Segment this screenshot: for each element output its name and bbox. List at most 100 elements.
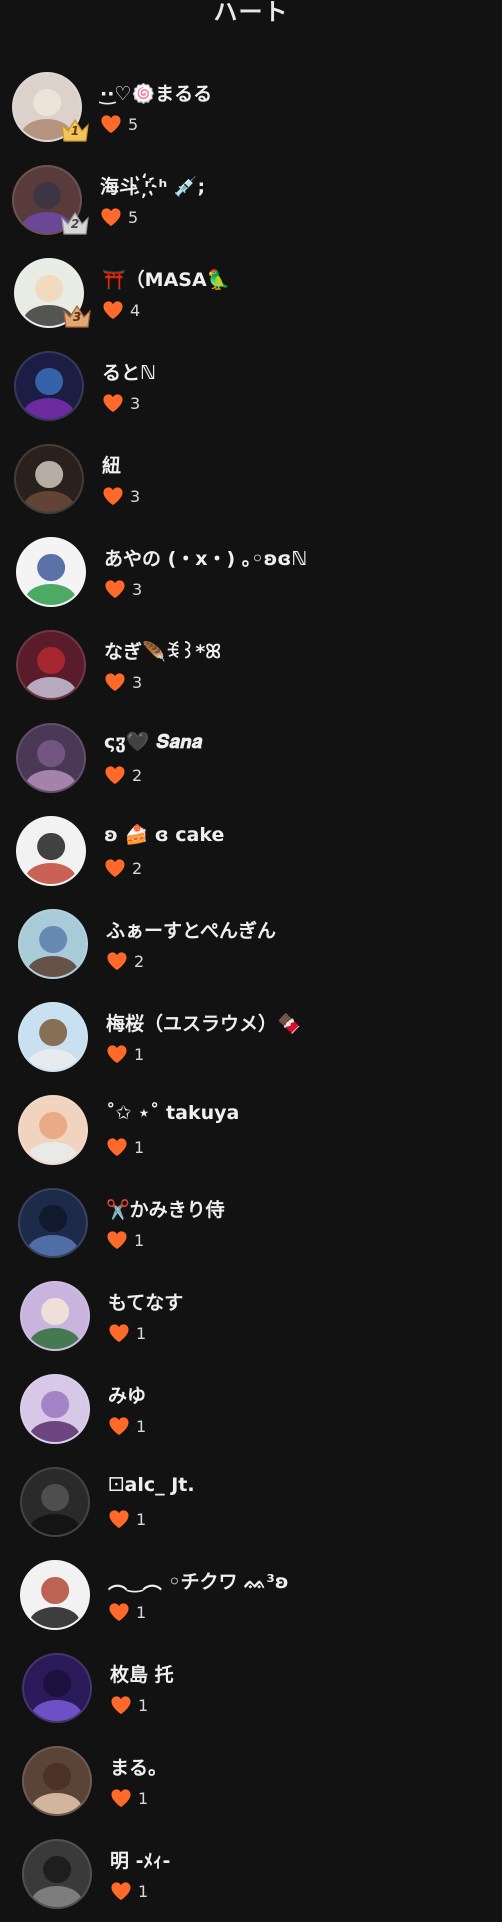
avatar-body [25,862,77,884]
user-name[interactable]: るとℕ [102,358,156,385]
rank-number: 2 [70,217,80,231]
avatar-face [39,1111,67,1140]
avatar-body [29,1513,81,1535]
avatar-body [23,490,75,512]
avatar-body [27,955,79,977]
user-name[interactable]: 枚島 托 [110,1660,174,1687]
heart-count: 4 [102,299,140,321]
heart-count: 3 [104,578,142,600]
avatar-body [31,1885,83,1907]
heart-count-value: 5 [128,207,139,227]
avatar-face [33,88,61,117]
user-name[interactable]: 紐 [102,451,121,478]
user-name[interactable]: ⛩️（MASA🦜 [102,265,230,292]
user-name[interactable]: ʚ 🍰 ɞ cake [104,823,224,846]
avatar-body [25,583,77,605]
avatar-body [31,1792,83,1814]
list-item[interactable]: るとℕ 3 [0,344,502,434]
heart-count: 1 [108,1415,146,1437]
user-name[interactable]: ⚀alc_ Jt. [108,1474,195,1496]
user-name[interactable]: もてなす [108,1288,183,1315]
avatar-body [31,1699,83,1721]
heart-count-value: 2 [132,858,143,878]
list-item[interactable]: 2 海斗 ʳ҉ʰ 💉; 5 [0,158,502,248]
list-item[interactable]: みゆ 1 [0,1367,502,1457]
heart-count: 1 [108,1601,146,1623]
avatar-body [25,676,77,698]
user-name[interactable]: ふぁーすとぺんぎん [106,916,276,943]
avatar-face [39,1204,67,1233]
heart-count-value: 1 [136,1602,147,1622]
list-item[interactable]: もてなす 1 [0,1274,502,1364]
list-item[interactable]: 紐3 [0,437,502,527]
heart-count: 2 [106,950,144,972]
avatar-face [41,1390,69,1419]
heart-count: 1 [106,1229,144,1251]
user-name[interactable]: ·͜·♡🍥まるる [100,79,212,106]
user-name[interactable]: ςჳ🖤 𝑺𝒂𝒏𝒂 [104,730,202,753]
avatar-face [43,1669,71,1698]
avatar[interactable] [22,1746,92,1816]
user-name[interactable]: 梅桜（ユスラウメ）🍫 [106,1009,301,1036]
heart-count-value: 3 [130,486,141,506]
user-name[interactable]: 明 -ﾒｨ- [110,1846,170,1873]
avatar[interactable] [16,630,86,700]
heart-icon [105,673,125,692]
avatar[interactable] [18,1188,88,1258]
list-item[interactable]: 3 ⛩️（MASA🦜 4 [0,251,502,341]
list-item[interactable]: なぎ🪶ꉂ꒱*ꕤ 3 [0,623,502,713]
heart-count: 2 [104,764,142,786]
heart-count-value: 1 [138,1788,149,1808]
avatar[interactable] [18,909,88,979]
avatar[interactable] [22,1839,92,1909]
list-item[interactable]: まる。 1 [0,1739,502,1829]
list-item[interactable]: ςჳ🖤 𝑺𝒂𝒏𝒂 2 [0,716,502,806]
user-name[interactable]: ✂️かみきり侍 [106,1195,225,1222]
user-name[interactable]: 海斗 ʳ҉ʰ 💉; [100,172,205,199]
heart-count-value: 1 [138,1881,149,1901]
list-item[interactable]: ✂️かみきり侍 1 [0,1181,502,1271]
avatar[interactable] [14,351,84,421]
user-name[interactable]: ︵‿︵ ◦チクワ ᨐ³ʚ [108,1567,289,1594]
avatar[interactable] [18,1095,88,1165]
avatar[interactable] [20,1281,90,1351]
heart-count-value: 2 [132,765,143,785]
avatar[interactable] [14,444,84,514]
user-name[interactable]: なぎ🪶ꉂ꒱*ꕤ [104,637,221,664]
list-item[interactable]: ︵‿︵ ◦チクワ ᨐ³ʚ 1 [0,1553,502,1643]
avatar-body [27,1234,79,1256]
list-item[interactable]: 明 -ﾒｨ- 1 [0,1832,502,1922]
avatar[interactable] [20,1467,90,1537]
avatar[interactable] [16,816,86,886]
list-item[interactable]: ˚✩ ⋆˚ takuya 1 [0,1088,502,1178]
list-item[interactable]: 1 ·͜·♡🍥まるる 5 [0,65,502,155]
list-item[interactable]: 枚島 托 1 [0,1646,502,1736]
avatar[interactable] [22,1653,92,1723]
heart-count: 2 [104,857,142,879]
user-name[interactable]: あやの (・x・) ｡◦ʚɞℕ [104,544,307,571]
avatar[interactable] [16,537,86,607]
heart-icon [103,394,123,413]
user-name[interactable]: まる。 [110,1753,167,1780]
heart-count: 5 [100,206,138,228]
heart-icon [109,1510,129,1529]
list-item[interactable]: ⚀alc_ Jt. 1 [0,1460,502,1550]
rank-number: 3 [72,310,82,324]
rank-crown-icon: 3 [62,303,92,329]
avatar[interactable] [16,723,86,793]
heart-icon [107,1045,127,1064]
list-item[interactable]: あやの (・x・) ｡◦ʚɞℕ 3 [0,530,502,620]
heart-icon [103,301,123,320]
user-name[interactable]: ˚✩ ⋆˚ takuya [106,1102,239,1124]
avatar[interactable] [18,1002,88,1072]
list-item[interactable]: ʚ 🍰 ɞ cake 2 [0,809,502,899]
avatar[interactable] [20,1560,90,1630]
user-name[interactable]: みゆ [108,1381,146,1408]
heart-icon [109,1603,129,1622]
list-item[interactable]: ふぁーすとぺんぎん 2 [0,902,502,992]
heart-icon [111,1696,131,1715]
list-item[interactable]: 梅桜（ユスラウメ）🍫 1 [0,995,502,1085]
avatar[interactable] [20,1374,90,1444]
heart-count-value: 2 [134,951,145,971]
heart-count-value: 1 [138,1695,149,1715]
